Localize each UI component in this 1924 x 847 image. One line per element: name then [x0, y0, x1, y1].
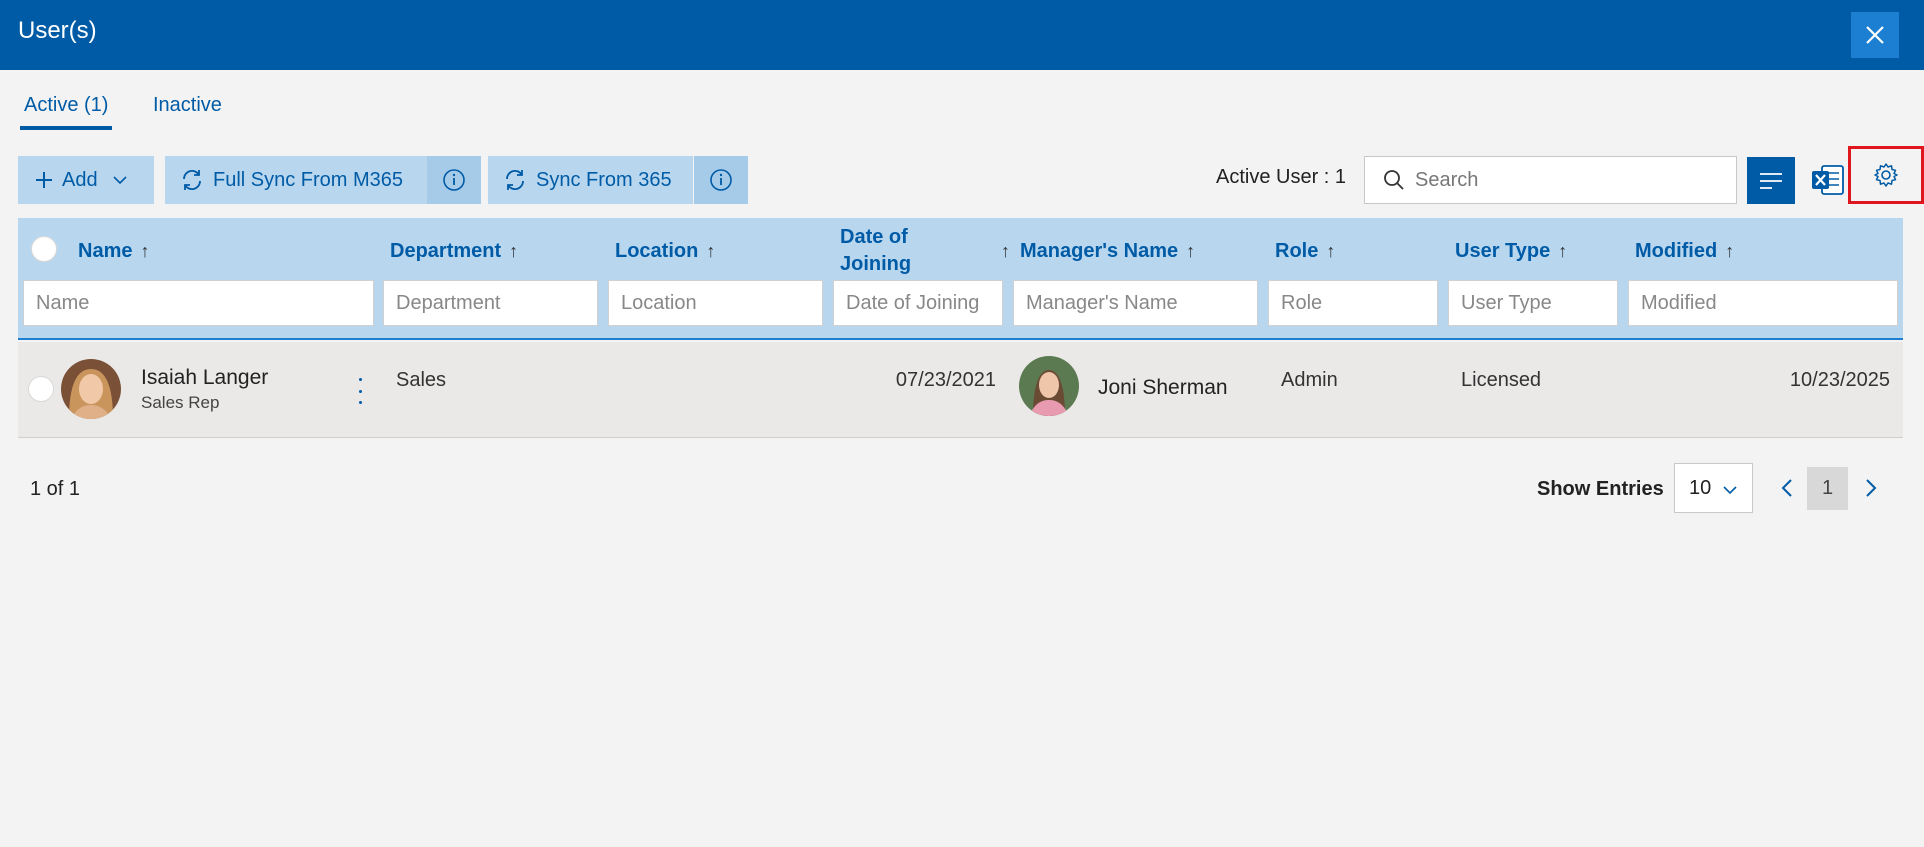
- full-sync-button[interactable]: Full Sync From M365: [165, 156, 427, 204]
- cell-user-type: Licensed: [1461, 369, 1542, 391]
- export-excel-button[interactable]: [1808, 160, 1848, 200]
- sort-arrow-icon: ↑: [1725, 240, 1735, 261]
- filter-date-of-joining[interactable]: [833, 280, 1003, 326]
- sync-icon: [506, 169, 524, 191]
- search-box[interactable]: [1364, 156, 1737, 204]
- sort-arrow-icon: ↑: [1001, 240, 1010, 261]
- chevron-down-icon: [1723, 486, 1737, 495]
- column-options-button[interactable]: [1747, 157, 1795, 204]
- sync-info-button[interactable]: [694, 156, 748, 204]
- plus-icon: [36, 172, 52, 188]
- gear-icon: [1874, 163, 1898, 187]
- info-icon: [710, 169, 732, 191]
- sync-button[interactable]: Sync From 365: [488, 156, 693, 204]
- column-header-modified[interactable]: Modified ↑: [1635, 218, 1734, 284]
- sync-label: Sync From 365: [536, 168, 672, 191]
- info-icon: [443, 169, 465, 191]
- more-options-icon[interactable]: [350, 378, 370, 404]
- filter-department[interactable]: [383, 280, 598, 326]
- sync-icon: [183, 169, 201, 191]
- full-sync-info-button[interactable]: [427, 156, 481, 204]
- sort-arrow-icon: ↑: [140, 240, 150, 261]
- page-number-button[interactable]: 1: [1807, 467, 1848, 510]
- column-header-date-of-joining[interactable]: Date of Joining ↑: [840, 218, 1010, 284]
- entries-per-page-select[interactable]: 10: [1674, 463, 1753, 513]
- column-label: Role: [1275, 239, 1319, 262]
- cell-modified: 10/23/2025: [1789, 369, 1890, 391]
- filter-managers-name[interactable]: [1013, 280, 1258, 326]
- entries-value: 10: [1689, 476, 1712, 499]
- grid-header: Name ↑ Department ↑ Location ↑ Date of Join…: [18, 218, 1903, 340]
- add-button[interactable]: Add: [18, 156, 154, 204]
- close-button[interactable]: [1851, 12, 1899, 58]
- sort-arrow-icon: ↑: [1558, 240, 1568, 261]
- column-header-location[interactable]: Location ↑: [615, 218, 715, 284]
- column-label: Location: [615, 239, 699, 262]
- column-label: Modified: [1635, 239, 1718, 262]
- sort-arrow-icon: ↑: [706, 240, 716, 261]
- column-label: User Type: [1455, 239, 1551, 262]
- record-count: 1 of 1: [30, 478, 81, 500]
- full-sync-label: Full Sync From M365: [213, 168, 404, 191]
- cell-role: Admin: [1281, 369, 1338, 391]
- search-input[interactable]: [1415, 168, 1715, 192]
- chevron-down-icon: [113, 176, 127, 185]
- tab-inactive[interactable]: Inactive: [153, 94, 222, 117]
- previous-page-button[interactable]: [1772, 470, 1802, 506]
- sort-arrow-icon: ↑: [509, 240, 519, 261]
- user-name[interactable]: Isaiah Langer: [141, 366, 268, 390]
- filter-role[interactable]: [1268, 280, 1438, 326]
- settings-button[interactable]: [1848, 146, 1924, 204]
- title-bar: User(s): [0, 0, 1924, 70]
- chevron-right-icon: [1866, 479, 1877, 497]
- chevron-left-icon: [1781, 479, 1792, 497]
- cell-date-of-joining: 07/23/2021: [895, 369, 996, 391]
- column-header-managers-name[interactable]: Manager's Name ↑: [1020, 218, 1195, 284]
- excel-icon: [1812, 165, 1844, 195]
- list-icon: [1760, 172, 1782, 189]
- row-select-radio[interactable]: [28, 376, 54, 402]
- cell-manager-name[interactable]: Joni Sherman: [1098, 376, 1228, 400]
- sort-arrow-icon: ↑: [1326, 240, 1336, 261]
- column-header-department[interactable]: Department ↑: [390, 218, 518, 284]
- column-header-user-type[interactable]: User Type ↑: [1455, 218, 1567, 284]
- active-user-count: Active User : 1: [1216, 166, 1347, 188]
- search-icon: [1383, 169, 1405, 191]
- filter-user-type[interactable]: [1448, 280, 1618, 326]
- close-icon: [1866, 26, 1884, 44]
- avatar: [61, 359, 121, 419]
- column-header-name[interactable]: Name ↑: [78, 218, 149, 284]
- filter-name[interactable]: [23, 280, 374, 326]
- filter-location[interactable]: [608, 280, 823, 326]
- tab-active[interactable]: Active (1): [19, 94, 113, 130]
- filter-modified[interactable]: [1628, 280, 1898, 326]
- show-entries-label: Show Entries: [1537, 478, 1664, 500]
- cell-department: Sales: [396, 369, 447, 391]
- manager-avatar: [1019, 356, 1079, 416]
- column-label: Manager's Name: [1020, 239, 1179, 262]
- column-label: Department: [390, 239, 502, 262]
- user-job-title: Sales Rep: [141, 393, 220, 412]
- column-label: Date of Joining: [840, 226, 912, 275]
- add-button-label: Add: [62, 168, 98, 191]
- column-label: Name: [78, 239, 133, 262]
- next-page-button[interactable]: [1856, 470, 1886, 506]
- select-all-radio[interactable]: [31, 236, 57, 262]
- window-title: User(s): [18, 17, 97, 44]
- table-row[interactable]: Isaiah Langer Sales Rep Sales 07/23/2021…: [18, 342, 1903, 438]
- column-header-role[interactable]: Role ↑: [1275, 218, 1335, 284]
- sort-arrow-icon: ↑: [1186, 240, 1196, 261]
